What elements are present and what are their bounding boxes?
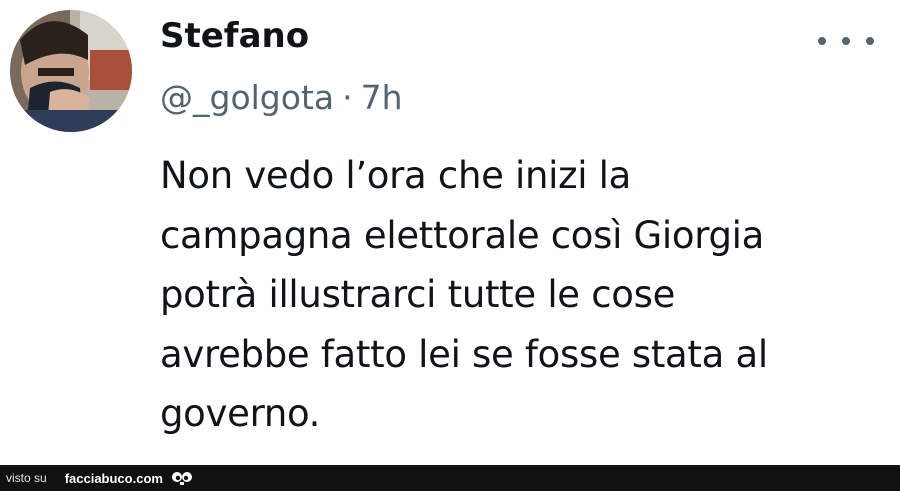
tweet-meta: @_golgota · 7h (160, 78, 403, 117)
tweet-card: Stefano @_golgota · 7h Non vedo l’ora che … (0, 0, 900, 465)
more-horizontal-icon (866, 37, 874, 45)
tweet-text: Non vedo l’ora che inizi la campagna ele… (160, 154, 768, 435)
timestamp[interactable]: 7h (361, 78, 403, 117)
more-horizontal-icon (842, 37, 850, 45)
meta-separator: · (342, 78, 353, 117)
watermark-prefix: visto su (6, 471, 47, 485)
more-horizontal-icon (818, 37, 826, 45)
display-name[interactable]: Stefano (160, 16, 309, 56)
handle[interactable]: @_golgota (160, 78, 334, 117)
watermark-site[interactable]: facciabuco.com (65, 471, 163, 486)
watermark-bar: visto su facciabuco.com (0, 465, 900, 491)
more-options-button[interactable] (818, 28, 874, 54)
profile-photo (10, 10, 132, 132)
eyes-icon (171, 471, 193, 485)
avatar[interactable] (10, 10, 132, 132)
